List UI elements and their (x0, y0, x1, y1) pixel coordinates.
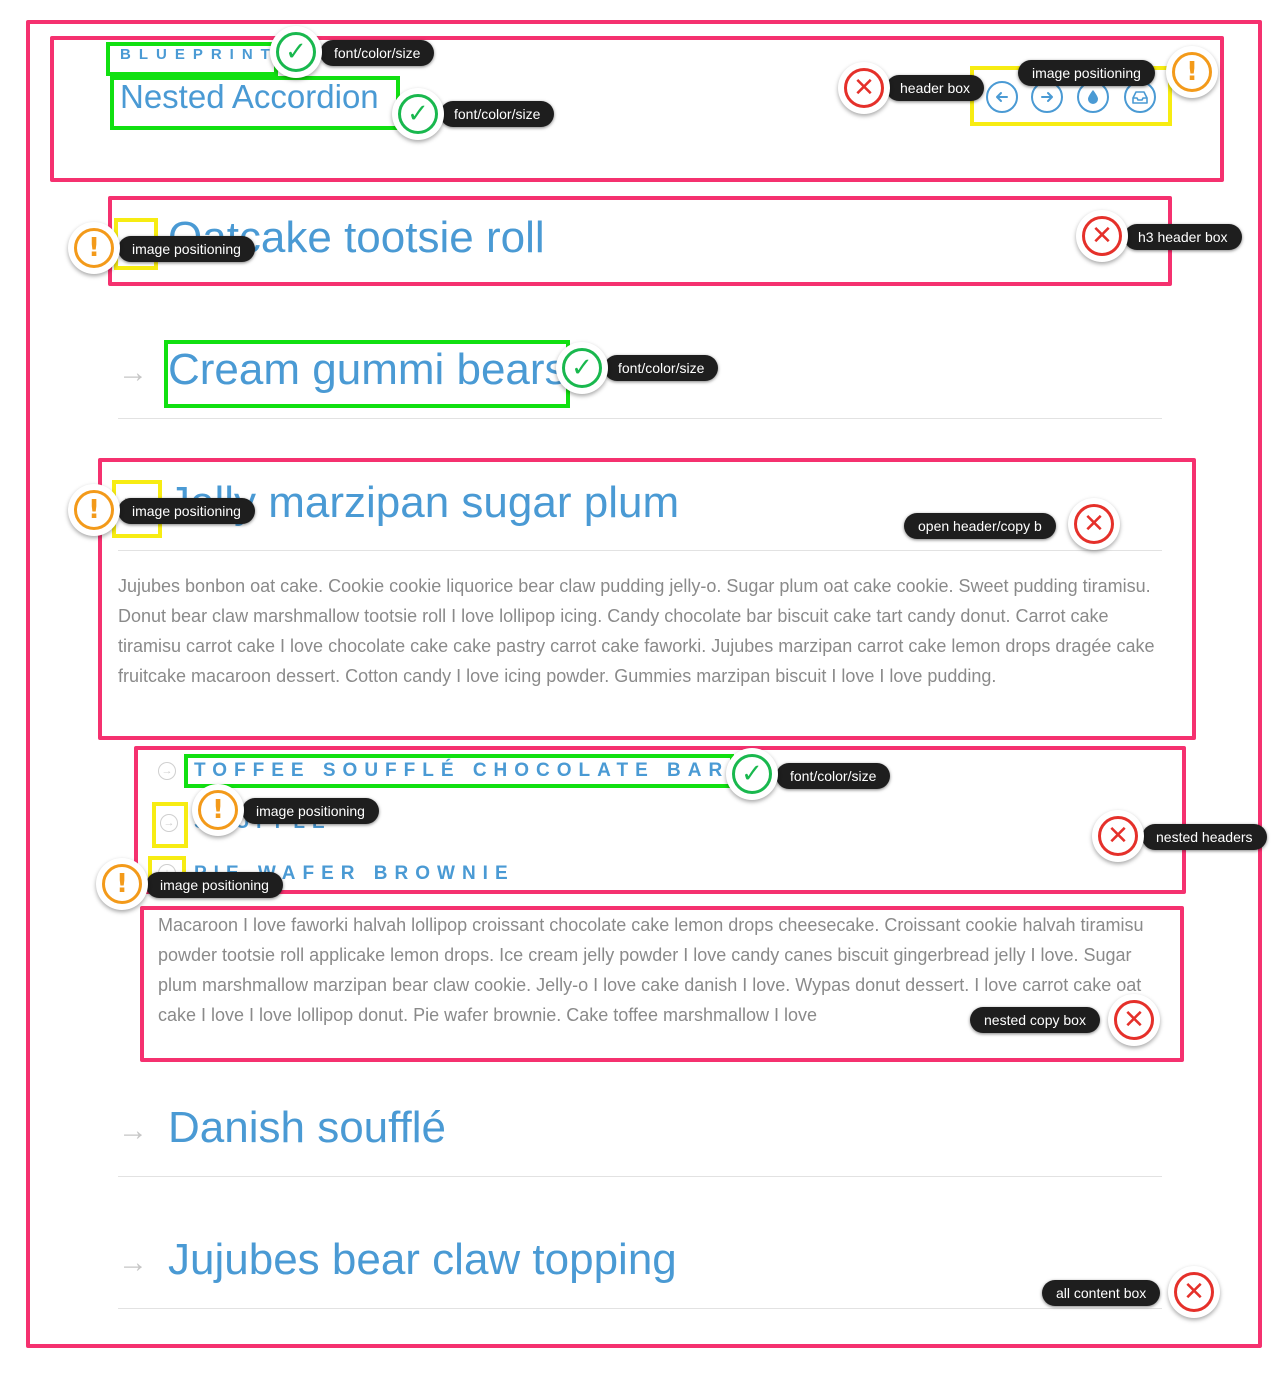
error-icon: ✕ (1068, 498, 1120, 550)
open-header-box (98, 458, 1196, 740)
review-tag: font/color/size (604, 355, 719, 381)
error-icon: ✕ (1108, 994, 1160, 1046)
error-icon: ✕ (838, 62, 890, 114)
warning-icon: ! (1166, 46, 1218, 98)
check-icon: ✓ (392, 88, 444, 140)
check-icon: ✓ (270, 26, 322, 78)
nested-title-highlight (184, 754, 734, 788)
review-tag: font/color/size (776, 763, 891, 789)
review-tag: nested headers (1142, 824, 1267, 850)
review-tag: image positioning (118, 498, 255, 524)
check-icon: ✓ (726, 748, 778, 800)
item-title-highlight (164, 340, 570, 408)
review-tag: all content box (1042, 1280, 1161, 1306)
review-tag: image positioning (118, 236, 255, 262)
eyebrow-highlight (106, 42, 278, 76)
review-tag: image positioning (146, 872, 283, 898)
warning-icon: ! (68, 484, 120, 536)
review-tag: image positioning (1018, 60, 1155, 86)
review-tag: image positioning (242, 798, 379, 824)
error-icon: ✕ (1092, 810, 1144, 862)
warning-icon: ! (96, 858, 148, 910)
nested-copy-box (140, 906, 1184, 1062)
title-highlight (110, 76, 400, 130)
check-icon: ✓ (556, 342, 608, 394)
review-tag: header box (886, 75, 985, 101)
review-tag: nested copy box (970, 1007, 1100, 1033)
h3-header-box (108, 196, 1172, 286)
review-tag: h3 header box (1124, 224, 1242, 250)
error-icon: ✕ (1076, 210, 1128, 262)
review-tag: font/color/size (440, 101, 555, 127)
review-tag: open header/copy b (904, 513, 1056, 539)
error-icon: ✕ (1168, 1266, 1220, 1318)
warning-icon: ! (68, 222, 120, 274)
warning-icon: ! (192, 784, 244, 836)
review-tag: font/color/size (320, 40, 435, 66)
nested-icon-highlight (152, 802, 188, 848)
